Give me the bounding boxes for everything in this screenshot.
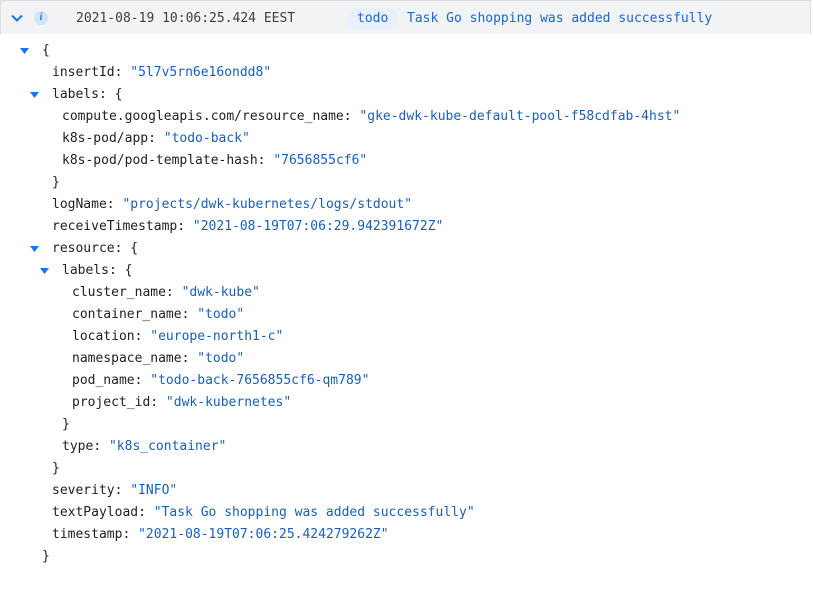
field-key: compute.googleapis.com/resource_name: [62, 109, 344, 124]
collapse-triangle-icon[interactable]: [30, 246, 39, 253]
open-brace: {: [42, 43, 50, 58]
tree-row-pod-name: pod_name: "todo-back-7656855cf6-qm789": [72, 373, 370, 388]
tree-row-pod-template-hash: k8s-pod/pod-template-hash: "7656855cf6": [62, 153, 368, 168]
field-value[interactable]: "todo-back-7656855cf6-qm789": [150, 373, 369, 388]
field-key: textPayload: [52, 505, 139, 520]
field-key: container_name: [72, 307, 182, 322]
field-value[interactable]: "k8s_container": [109, 439, 226, 454]
tree-row-receive-timestamp: receiveTimestamp: "2021-08-19T07:06:29.9…: [52, 219, 444, 234]
field-value[interactable]: "2021-08-19T07:06:25.424279262Z": [138, 527, 388, 542]
tree-row-root-close: }: [0, 546, 813, 568]
field-key: labels: [62, 263, 109, 278]
json-payload-tree: { insertId: "5l7v5rn6e16ondd8" labels: {…: [0, 40, 813, 568]
tree-row-root: {: [0, 40, 813, 62]
field-key: project_id: [72, 395, 151, 410]
close-brace: }: [42, 549, 50, 564]
tree-row-text-payload: textPayload: "Task Go shopping was added…: [52, 505, 475, 520]
field-key: receiveTimestamp: [52, 219, 178, 234]
field-key: cluster_name: [72, 285, 166, 300]
tree-row-project-id: project_id: "dwk-kubernetes": [72, 395, 292, 410]
collapse-triangle-icon[interactable]: [20, 48, 29, 55]
field-key: timestamp: [52, 527, 123, 542]
tree-row-labels-close: }: [0, 172, 813, 194]
field-value[interactable]: "2021-08-19T07:06:29.942391672Z": [193, 219, 443, 234]
tree-row-severity: severity: "INFO": [52, 483, 178, 498]
field-key: insertId: [52, 65, 115, 80]
tree-row-logname: logName: "projects/dwk-kubernetes/logs/s…: [52, 197, 413, 212]
tree-row-resource: resource: {: [0, 238, 813, 260]
tree-row-location: location: "europe-north1-c": [72, 329, 284, 344]
field-value[interactable]: "todo": [197, 307, 244, 322]
field-value[interactable]: "todo": [197, 351, 244, 366]
tree-row-timestamp: timestamp: "2021-08-19T07:06:25.42427926…: [52, 527, 389, 542]
field-value[interactable]: "INFO": [130, 483, 177, 498]
field-value[interactable]: "Task Go shopping was added successfully…: [154, 505, 475, 520]
tree-row-resource-labels-close: }: [0, 414, 813, 436]
field-value[interactable]: "gke-dwk-kube-default-pool-f58cdfab-4hst…: [359, 109, 680, 124]
tree-row-pod-app: k8s-pod/app: "todo-back": [62, 131, 250, 146]
close-brace: }: [52, 461, 60, 476]
tree-row-namespace-name: namespace_name: "todo": [72, 351, 245, 366]
info-icon: i: [34, 11, 48, 25]
tree-row-labels: labels: {: [0, 84, 813, 106]
close-brace: }: [52, 175, 60, 190]
field-value[interactable]: "todo-back": [164, 131, 250, 146]
open-brace: {: [130, 241, 139, 256]
field-value[interactable]: "7656855cf6": [273, 153, 367, 168]
tree-row-type: type: "k8s_container": [62, 439, 227, 454]
field-key: namespace_name: [72, 351, 182, 366]
tree-row-container-name: container_name: "todo": [72, 307, 245, 322]
field-key: resource: [52, 241, 115, 256]
tree-row-resource-labels: labels: {: [0, 260, 813, 282]
field-key: logName: [52, 197, 107, 212]
chevron-down-icon[interactable]: [9, 10, 25, 26]
field-key: severity: [52, 483, 115, 498]
field-key: k8s-pod/app: [62, 131, 149, 146]
field-key: type: [62, 439, 94, 454]
tree-row-resource-name: compute.googleapis.com/resource_name: "g…: [62, 109, 681, 124]
field-value[interactable]: "projects/dwk-kubernetes/logs/stdout": [122, 197, 412, 212]
log-entry-header[interactable]: i 2021-08-19 10:06:25.424 EEST todo Task…: [0, 0, 811, 34]
close-brace: }: [62, 417, 70, 432]
log-name-chip[interactable]: todo: [347, 8, 399, 29]
log-summary: Task Go shopping was added successfully: [407, 11, 713, 26]
field-value[interactable]: "5l7v5rn6e16ondd8": [130, 65, 271, 80]
field-value[interactable]: "dwk-kubernetes": [166, 395, 291, 410]
tree-row-insertid: insertId: "5l7v5rn6e16ondd8": [52, 65, 272, 80]
field-value[interactable]: "dwk-kube": [182, 285, 260, 300]
tree-row-resource-close: }: [0, 458, 813, 480]
field-key: pod_name: [72, 373, 135, 388]
field-key: k8s-pod/pod-template-hash: [62, 153, 258, 168]
field-value[interactable]: "europe-north1-c": [150, 329, 283, 344]
field-key: location: [72, 329, 135, 344]
collapse-triangle-icon[interactable]: [30, 92, 39, 99]
log-timestamp: 2021-08-19 10:06:25.424 EEST: [76, 11, 296, 26]
open-brace: {: [124, 263, 133, 278]
tree-row-cluster-name: cluster_name: "dwk-kube": [72, 285, 260, 300]
collapse-triangle-icon[interactable]: [40, 268, 49, 275]
open-brace: {: [114, 87, 123, 102]
field-key: labels: [52, 87, 99, 102]
